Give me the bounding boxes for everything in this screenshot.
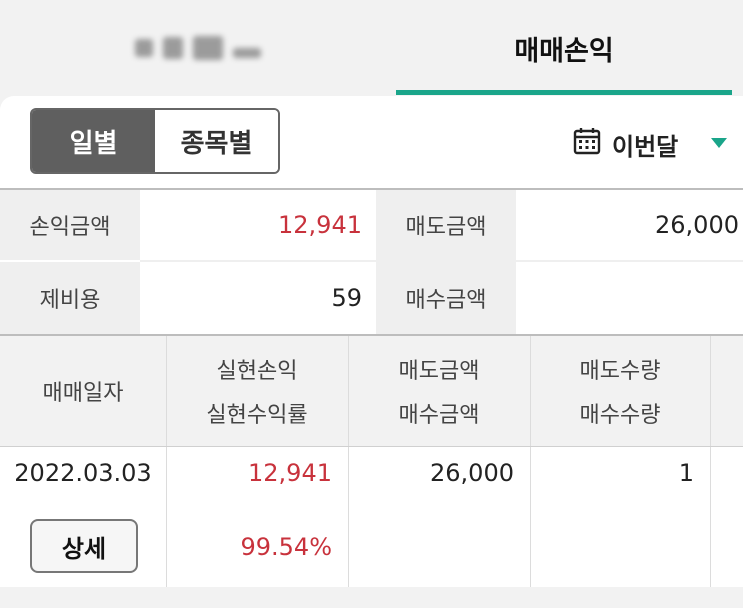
profit-value: 12,941	[140, 190, 376, 260]
header-buy-amount: 매수금액	[398, 403, 480, 428]
view-segment-control: 일별 종목별	[30, 108, 280, 174]
summary-row-divider	[140, 260, 743, 262]
column-divider	[710, 336, 711, 446]
header-sell-qty: 매도수량	[579, 359, 661, 384]
row-sell-amount: 26,000	[430, 459, 514, 487]
header-realized-pnl: 실현손익	[216, 359, 298, 384]
table-header: 매매일자 실현손익 실현수익률 매도금액 매수금액 매도수량 매수수량	[0, 336, 743, 446]
column-divider	[710, 447, 711, 587]
detail-button[interactable]: 상세	[30, 519, 138, 573]
header-realized: 실현손익 실현수익률	[166, 336, 348, 446]
tab-blurred[interactable]	[0, 0, 396, 96]
caret-down-icon[interactable]	[711, 138, 727, 148]
header-quantities: 매도수량 매수수량	[530, 336, 710, 446]
tab-trading-pnl[interactable]: 매매손익	[396, 0, 732, 96]
fees-value: 59	[140, 262, 376, 334]
column-divider	[166, 447, 167, 587]
header-date-label: 매매일자	[42, 381, 124, 406]
summary-panel: 손익금액 12,941 매도금액 26,000 제비용 59 매수금액	[0, 190, 743, 334]
header-sell-amount: 매도금액	[398, 359, 480, 384]
bottom-strip	[0, 588, 743, 608]
period-selector[interactable]: 이번달	[572, 124, 678, 164]
period-label: 이번달	[612, 132, 679, 161]
calendar-icon	[572, 126, 602, 162]
header-amounts: 매도금액 매수금액	[348, 336, 530, 446]
top-tab-bar: 매매손익	[0, 0, 743, 96]
header-realized-rate: 실현수익률	[206, 403, 308, 428]
column-divider	[530, 336, 531, 446]
sell-amount-label: 매도금액	[376, 190, 516, 260]
table-row[interactable]: 2022.03.03 상세 12,941 99.54% 26,000 1	[0, 447, 743, 587]
header-date: 매매일자	[0, 336, 166, 446]
active-tab-indicator	[396, 90, 732, 95]
column-divider	[166, 336, 167, 446]
row-date: 2022.03.03	[14, 459, 152, 487]
profit-label: 손익금액	[0, 190, 140, 260]
column-divider	[348, 447, 349, 587]
row-realized-pnl: 12,941	[248, 459, 332, 487]
buy-amount-label: 매수금액	[376, 262, 516, 334]
blurred-tab-label	[135, 36, 261, 60]
row-realized-rate: 99.54%	[240, 533, 332, 561]
filter-bar: 일별 종목별 이번달	[0, 96, 743, 188]
column-divider	[348, 336, 349, 446]
header-buy-qty: 매수수량	[579, 403, 661, 428]
fees-label: 제비용	[0, 262, 140, 334]
row-sell-qty: 1	[678, 459, 694, 487]
column-divider	[530, 447, 531, 587]
sell-amount-value: 26,000	[516, 190, 743, 260]
daily-segment-button[interactable]: 일별	[32, 110, 155, 172]
by-stock-segment-button[interactable]: 종목별	[155, 110, 278, 172]
buy-amount-value	[516, 262, 743, 334]
